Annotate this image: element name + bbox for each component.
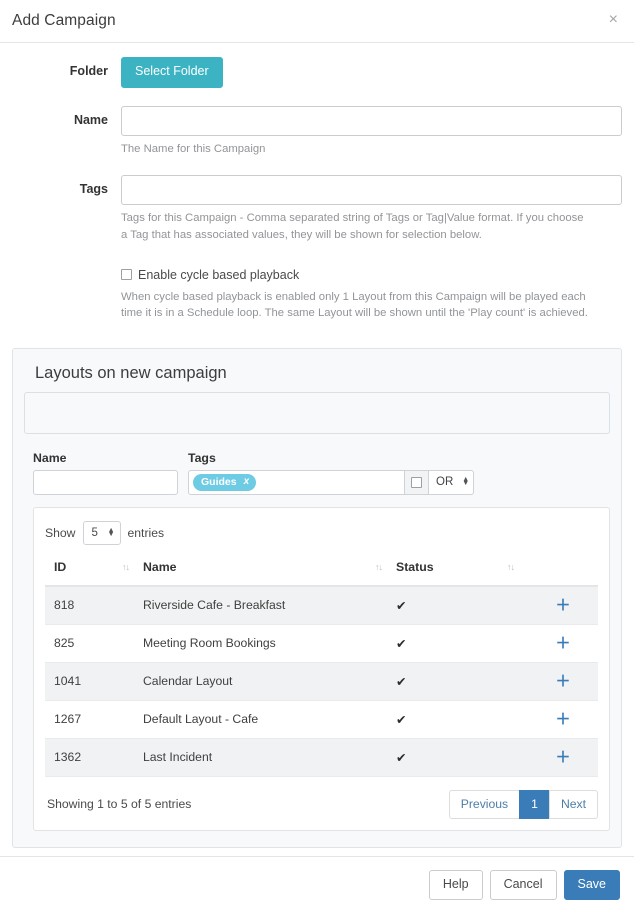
layouts-panel-title: Layouts on new campaign	[35, 363, 227, 382]
dialog-header: Add Campaign ×	[0, 0, 634, 43]
layouts-panel: Layouts on new campaign Name Tags Guides…	[12, 347, 622, 848]
name-label: Name	[73, 112, 108, 127]
page-title: Add Campaign	[12, 12, 116, 29]
close-icon[interactable]: ×	[606, 10, 621, 30]
cell-id: 818	[45, 585, 143, 625]
filter-tags-input[interactable]: Guides x	[188, 469, 405, 495]
cell-id: 825	[45, 624, 143, 663]
column-label-status: Status	[396, 559, 434, 574]
entries-label: entries	[127, 525, 165, 540]
column-header-status[interactable]: Status ↑↓	[396, 559, 528, 587]
tags-label: Tags	[79, 182, 108, 197]
add-layout-icon[interactable]: ＋	[555, 749, 570, 766]
table-row[interactable]: 818 Riverside Cafe - Breakfast ✔ ＋	[45, 585, 598, 625]
cell-name: Riverside Cafe - Breakfast	[143, 585, 396, 625]
status-check-icon: ✔	[396, 636, 407, 651]
table-footer: Showing 1 to 5 of 5 entries Previous 1 N…	[45, 789, 598, 819]
cancel-button[interactable]: Cancel	[489, 869, 557, 901]
page-length-value: 5	[91, 526, 98, 539]
dialog-body: Folder Select Folder Name The Name for t…	[0, 43, 634, 856]
name-input[interactable]	[121, 105, 622, 136]
table-length-control: Show 5 ▲ ▼ entries	[45, 520, 598, 545]
sort-icon: ↑↓	[122, 561, 130, 572]
select-folder-button[interactable]: Select Folder	[121, 57, 223, 88]
filter-name-group: Name	[33, 451, 178, 495]
filter-name-input[interactable]	[33, 469, 178, 495]
tag-pill-label: Guides	[201, 475, 237, 488]
page-length-select[interactable]: 5 ▲ ▼	[82, 520, 121, 545]
table-info: Showing 1 to 5 of 5 entries	[47, 797, 192, 812]
table-header-row: ID ↑↓ Name ↑↓ Status ↑↓	[45, 559, 598, 587]
help-button[interactable]: Help	[428, 869, 483, 901]
status-check-icon: ✔	[396, 598, 407, 613]
filter-name-label: Name	[33, 450, 67, 465]
layouts-table-card: Show 5 ▲ ▼ entries ID ↑↓ Name ↑↓ Status …	[33, 506, 610, 831]
pagination: Previous 1 Next	[448, 789, 598, 819]
sort-icon: ↑↓	[507, 561, 515, 572]
column-label-name: Name	[143, 559, 177, 574]
cycle-playback-help-text: When cycle based playback is enabled onl…	[121, 290, 588, 320]
cell-name: Calendar Layout	[143, 662, 396, 701]
tag-logic-value: OR	[436, 476, 454, 489]
pagination-page-1[interactable]: 1	[519, 789, 550, 819]
show-label: Show	[45, 525, 76, 540]
tag-remove-icon[interactable]: x	[244, 476, 250, 488]
sort-icon: ↑↓	[375, 561, 383, 572]
cycle-playback-checkbox[interactable]	[121, 268, 132, 280]
chevron-updown-icon: ▲ ▼	[462, 476, 470, 488]
status-check-icon: ✔	[396, 712, 407, 727]
tags-row: Tags Tags for this Campaign - Comma sepa…	[12, 175, 622, 243]
column-header-actions	[528, 559, 598, 587]
cell-name: Default Layout - Cafe	[143, 700, 396, 739]
name-help-text: The Name for this Campaign	[121, 142, 266, 155]
cell-name: Meeting Room Bookings	[143, 624, 396, 663]
tags-help-text: Tags for this Campaign - Comma separated…	[121, 212, 584, 241]
table-row[interactable]: 1041 Calendar Layout ✔ ＋	[45, 662, 598, 701]
status-check-icon: ✔	[396, 674, 407, 689]
add-layout-icon[interactable]: ＋	[555, 711, 570, 728]
chevron-updown-icon: ▲ ▼	[107, 526, 115, 538]
save-button[interactable]: Save	[563, 869, 620, 901]
cycle-playback-label[interactable]: Enable cycle based playback	[138, 268, 299, 282]
pagination-next[interactable]: Next	[548, 789, 598, 819]
table-head: ID ↑↓ Name ↑↓ Status ↑↓	[45, 559, 598, 587]
filter-tags-label: Tags	[188, 450, 216, 465]
status-check-icon: ✔	[396, 750, 407, 765]
table-row[interactable]: 1267 Default Layout - Cafe ✔ ＋	[45, 700, 598, 739]
add-layout-icon[interactable]: ＋	[555, 673, 570, 690]
cycle-playback-row: Enable cycle based playback When cycle b…	[12, 265, 622, 322]
filter-tags-group: Tags Guides x OR ▲ ▼	[188, 451, 474, 495]
tag-pill-guides[interactable]: Guides x	[193, 473, 257, 491]
add-campaign-dialog: Add Campaign × Folder Select Folder Name…	[0, 0, 634, 913]
layouts-table: ID ↑↓ Name ↑↓ Status ↑↓ 818 Riverside Ca…	[45, 559, 598, 777]
folder-row: Folder Select Folder	[12, 57, 622, 88]
folder-label: Folder	[69, 64, 108, 78]
table-row[interactable]: 1362 Last Incident ✔ ＋	[45, 738, 598, 777]
table-row[interactable]: 825 Meeting Room Bookings ✔ ＋	[45, 624, 598, 663]
exact-tag-match-checkbox[interactable]	[411, 476, 422, 488]
tags-input[interactable]	[121, 175, 622, 206]
tag-logic-select[interactable]: OR ▲ ▼	[429, 469, 474, 495]
cell-name: Last Incident	[143, 738, 396, 777]
cell-id: 1362	[45, 738, 143, 777]
cycle-spacer	[12, 265, 121, 322]
table-body: 818 Riverside Cafe - Breakfast ✔ ＋ 825 M…	[45, 585, 598, 777]
pagination-previous[interactable]: Previous	[448, 789, 521, 819]
layout-filters: Name Tags Guides x OR ▲ ▼	[33, 451, 610, 495]
cell-id: 1267	[45, 700, 143, 739]
column-header-name[interactable]: Name ↑↓	[143, 559, 396, 587]
column-label-id: ID	[54, 559, 67, 574]
column-header-id[interactable]: ID ↑↓	[45, 559, 143, 587]
name-row: Name The Name for this Campaign	[12, 105, 622, 157]
dialog-footer: Help Cancel Save	[0, 856, 634, 913]
add-layout-icon[interactable]: ＋	[555, 597, 570, 614]
exact-tag-match-box	[405, 469, 429, 495]
add-layout-icon[interactable]: ＋	[555, 635, 570, 652]
assigned-layouts-dropzone[interactable]	[24, 391, 610, 434]
cell-id: 1041	[45, 662, 143, 701]
